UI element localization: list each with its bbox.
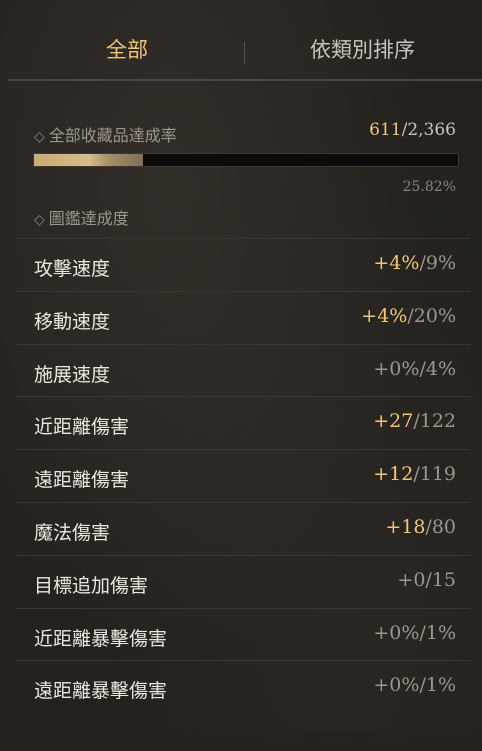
tab-underline: [8, 79, 482, 81]
collection-progress-fill: [34, 154, 144, 166]
stat-max: /4%: [419, 357, 456, 380]
stat-value: +0%/1%: [373, 622, 456, 644]
stat-bonus: +0%: [373, 674, 420, 697]
tab-all[interactable]: 全部: [106, 34, 148, 64]
total-collection-header: ◇ 全部收藏品達成率: [34, 122, 177, 146]
stat-row: 近距離傷害 +27/122: [16, 396, 470, 449]
tab-divider: [244, 42, 245, 64]
stat-value: +18/80: [385, 516, 456, 538]
stat-row: 魔法傷害 +18/80: [16, 501, 470, 555]
stat-list: 攻擊速度 +4%/9% 移動速度 +4%/20% 施展速度 +0%/4% 近距離傷害 +27/…: [16, 238, 470, 713]
stat-bonus: +0: [397, 568, 426, 591]
stat-name: 遠距離傷害: [34, 469, 130, 492]
stat-name: 近距離暴擊傷害: [34, 627, 168, 650]
stat-value: +4%/20%: [361, 305, 456, 327]
stat-bonus: +18: [385, 515, 426, 538]
stat-row: 遠距離暴擊傷害 +0%/1%: [16, 660, 470, 713]
stat-max: /9%: [419, 252, 456, 274]
stat-max: /1%: [419, 621, 456, 644]
diamond-icon: ◇: [34, 129, 45, 145]
total-collection-label: 全部收藏品達成率: [48, 126, 177, 145]
stat-bonus: +12: [373, 463, 414, 486]
stat-value: +0%/1%: [373, 674, 456, 696]
stat-value: +0/15: [397, 569, 456, 591]
stat-name: 遠距離暴擊傷害: [34, 680, 168, 703]
total-collection-count: 611/2,366: [369, 120, 456, 140]
stat-name: 目標追加傷害: [34, 574, 149, 597]
total-max: /2,366: [401, 120, 456, 140]
stat-row: 移動速度 +4%/20%: [16, 290, 470, 344]
stat-row: 施展速度 +0%/4%: [16, 343, 470, 397]
stat-value: +0%/4%: [373, 358, 456, 380]
stat-bonus: +4%: [361, 304, 408, 327]
stat-name: 近距離傷害: [34, 416, 130, 439]
stat-row: 遠距離傷害 +12/119: [16, 449, 470, 502]
stat-value: +12/119: [373, 463, 456, 485]
codex-label: 圖鑑達成度: [48, 209, 129, 228]
stat-bonus: +0%: [373, 621, 420, 644]
stat-name: 魔法傷害: [34, 521, 111, 544]
stat-max: /80: [425, 515, 456, 538]
codex-header: ◇ 圖鑑達成度: [34, 205, 129, 229]
stat-bonus: +0%: [373, 357, 420, 380]
scroll-fade: [0, 727, 482, 751]
stat-bonus: +4%: [373, 252, 420, 274]
stat-name: 攻擊速度: [34, 258, 111, 280]
stat-name: 移動速度: [34, 310, 111, 333]
tab-sort-by-category[interactable]: 依類別排序: [310, 34, 415, 64]
stat-row: 攻擊速度 +4%/9%: [16, 238, 470, 291]
stat-row: 近距離暴擊傷害 +0%/1%: [16, 607, 470, 661]
stat-max: /15: [425, 568, 456, 591]
stat-bonus: +27: [373, 410, 414, 433]
collection-percent: 25.82%: [402, 179, 456, 195]
stat-max: /122: [413, 410, 456, 433]
stat-row: 目標追加傷害 +0/15: [16, 554, 470, 608]
stat-name: 施展速度: [34, 363, 111, 386]
collection-progress-bar: [33, 153, 459, 167]
total-current: 611: [369, 120, 402, 140]
diamond-icon: ◇: [34, 212, 45, 228]
stat-value: +27/122: [373, 410, 456, 432]
tab-bar: 全部 依類別排序: [0, 0, 482, 81]
stat-max: /20%: [407, 304, 456, 327]
stat-max: /1%: [419, 674, 456, 697]
stat-value: +4%/9%: [373, 252, 456, 274]
stat-max: /119: [413, 463, 456, 486]
